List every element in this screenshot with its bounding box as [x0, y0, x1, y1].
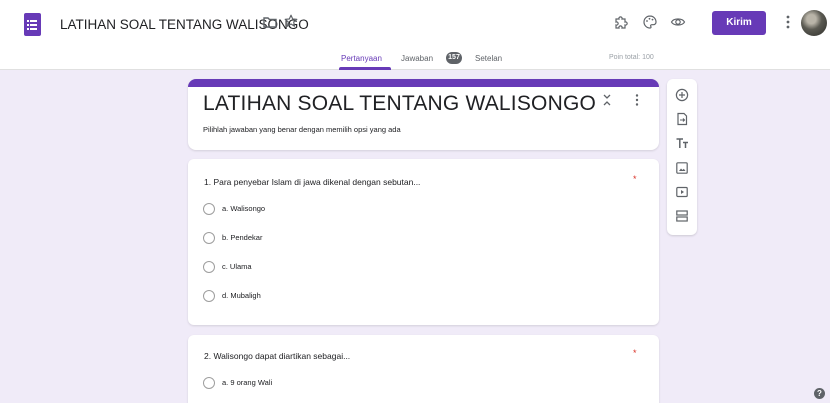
option-label: a. 9 orang Wali [222, 378, 273, 387]
avatar[interactable] [801, 10, 827, 36]
add-section-icon[interactable] [675, 209, 689, 223]
help-icon[interactable]: ? [814, 388, 825, 399]
tab-responses[interactable]: Jawaban [401, 54, 433, 63]
add-question-icon[interactable] [675, 88, 689, 102]
question-toolbar [667, 79, 697, 235]
add-image-icon[interactable] [675, 161, 689, 175]
radio-button[interactable] [203, 261, 215, 273]
tab-settings[interactable]: Setelan [475, 54, 502, 63]
puzzle-icon[interactable] [613, 14, 629, 35]
total-points: Poin total: 100 [609, 54, 654, 61]
folder-icon[interactable] [263, 15, 277, 33]
import-questions-icon[interactable] [675, 112, 689, 126]
palette-icon[interactable] [642, 14, 658, 35]
radio-button[interactable] [203, 203, 215, 215]
radio-button[interactable] [203, 232, 215, 244]
question-text[interactable]: 2. Walisongo dapat diartikan sebagai... [204, 351, 350, 361]
form-description[interactable]: Pilihlah jawaban yang benar dengan memil… [203, 125, 401, 134]
question-card[interactable]: 1. Para penyebar Islam di jawa dikenal d… [188, 159, 659, 325]
collapse-icon[interactable] [602, 93, 612, 112]
star-icon[interactable] [284, 14, 298, 33]
option-label: a. Walisongo [222, 204, 266, 213]
question-text[interactable]: 1. Para penyebar Islam di jawa dikenal d… [204, 177, 420, 187]
google-forms-icon[interactable] [24, 13, 41, 36]
more-vert-icon[interactable] [634, 93, 640, 112]
option-label: c. Ulama [222, 262, 252, 271]
tab-questions[interactable]: Pertanyaan [341, 54, 382, 63]
top-bar: LATIHAN SOAL TENTANG WALISONGO Kirim [0, 0, 830, 48]
option-label: b. Pendekar [222, 233, 263, 242]
add-video-icon[interactable] [675, 185, 689, 199]
option-label: d. Mubaligh [222, 291, 261, 300]
form-title[interactable]: LATIHAN SOAL TENTANG WALISONGO [203, 92, 596, 116]
tab-bar: Pertanyaan Jawaban 157 Setelan Poin tota… [0, 48, 830, 70]
required-marker: * [633, 348, 637, 358]
responses-count-badge: 157 [446, 52, 462, 64]
active-tab-indicator [339, 67, 391, 70]
required-marker: * [633, 174, 637, 184]
radio-button[interactable] [203, 377, 215, 389]
send-button[interactable]: Kirim [712, 11, 766, 35]
question-card[interactable]: 2. Walisongo dapat diartikan sebagai... … [188, 335, 659, 403]
radio-button[interactable] [203, 290, 215, 302]
form-title-card[interactable]: LATIHAN SOAL TENTANG WALISONGO Pilihlah … [188, 79, 659, 150]
add-title-icon[interactable] [675, 136, 689, 150]
more-vert-icon[interactable] [785, 14, 791, 35]
eye-icon[interactable] [670, 14, 686, 35]
